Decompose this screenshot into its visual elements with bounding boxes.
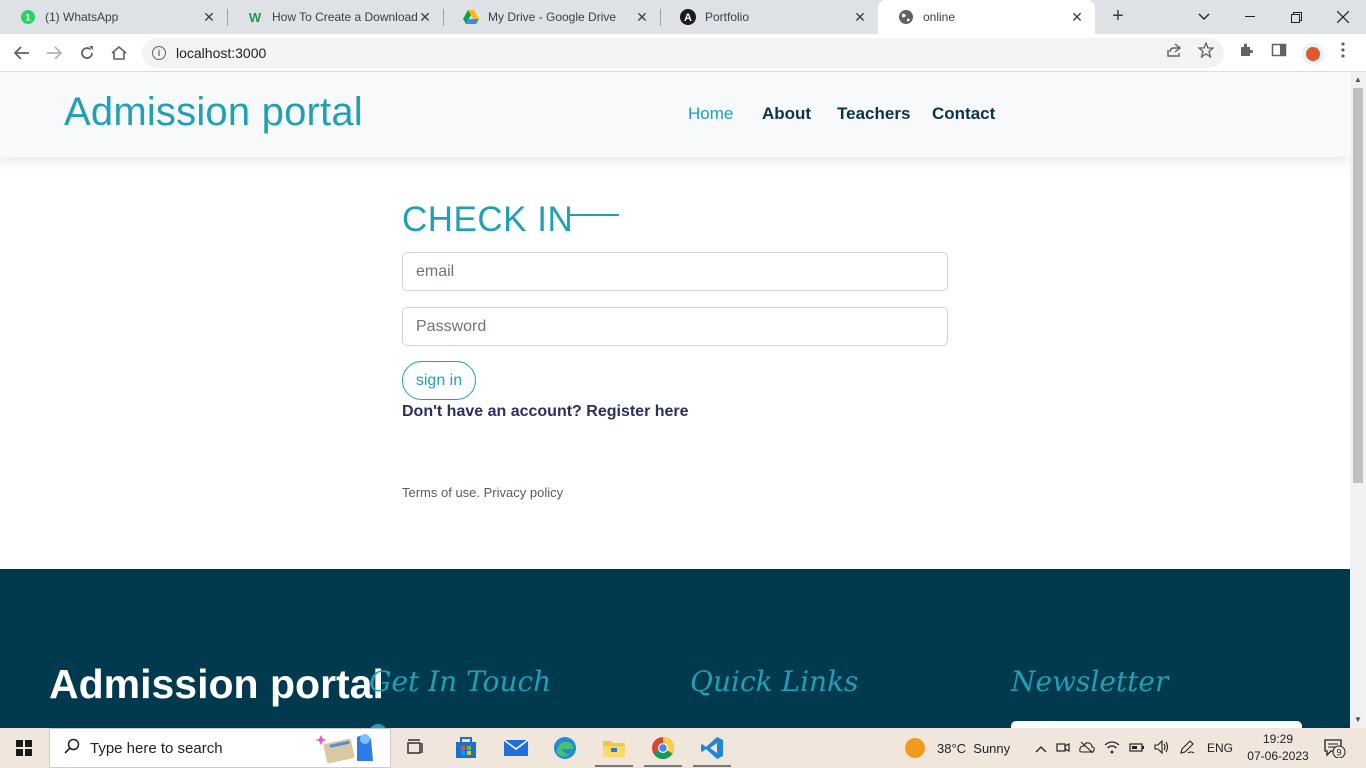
nav-about[interactable]: About [762, 104, 811, 124]
tab-online[interactable]: online ✕ [878, 0, 1095, 34]
svg-text:A: A [684, 12, 692, 24]
extensions-icon[interactable] [1237, 41, 1255, 59]
tab-title: How To Create a Download Link [272, 10, 417, 24]
weather-text: 38°C Sunny [937, 740, 1011, 756]
weather-widget[interactable]: 38°C Sunny [905, 728, 1010, 768]
microsoft-store-icon[interactable] [452, 734, 480, 762]
nav-contact[interactable]: Contact [932, 104, 995, 124]
close-icon[interactable]: ✕ [1069, 9, 1085, 26]
nav-teachers[interactable]: Teachers [837, 104, 910, 124]
site-footer: Admission portal Get In Touch Quick Link… [0, 569, 1350, 728]
share-icon[interactable] [1165, 41, 1183, 59]
back-icon[interactable] [10, 41, 34, 65]
svg-text:9: 9 [1336, 748, 1341, 758]
tab-whatsapp[interactable]: 1 (1) WhatsApp ✕ [0, 0, 227, 34]
onedrive-offline-icon[interactable] [1079, 741, 1095, 756]
menu-dots-icon[interactable] [1334, 41, 1352, 59]
nav-home[interactable]: Home [688, 104, 733, 124]
minimize-button[interactable] [1227, 0, 1273, 34]
whatsapp-icon: 1 [20, 9, 36, 25]
bookmark-star-icon[interactable] [1197, 41, 1215, 59]
new-tab-button[interactable]: + [1106, 5, 1130, 29]
pen-icon[interactable] [1179, 739, 1195, 758]
close-window-button[interactable] [1320, 0, 1366, 34]
scroll-down-icon[interactable]: ▼ [1350, 712, 1366, 728]
chevron-up-icon[interactable] [1035, 741, 1047, 756]
site-brand[interactable]: Admission portal [64, 90, 363, 135]
google-drive-icon [463, 9, 479, 25]
terms-privacy-text[interactable]: Terms of use. Privacy policy [402, 485, 563, 500]
start-button[interactable] [0, 728, 48, 768]
search-placeholder: Type here to search [90, 739, 223, 757]
svg-text:1: 1 [25, 13, 30, 23]
running-indicator [595, 765, 633, 767]
clock-time: 19:29 [1262, 732, 1294, 746]
footer-brand: Admission portal [49, 661, 384, 707]
file-explorer-icon[interactable] [600, 734, 628, 762]
browser-toolbar: i localhost:3000 [0, 34, 1366, 72]
clock[interactable]: 19:29 07-06-2023 [1242, 731, 1314, 765]
wifi-icon[interactable] [1104, 740, 1120, 757]
running-indicator [693, 765, 731, 767]
tab-google-drive[interactable]: My Drive - Google Drive ✕ [443, 0, 660, 34]
tab-download-link[interactable]: W How To Create a Download Link ✕ [227, 0, 443, 34]
tab-title: My Drive - Google Drive [488, 10, 617, 24]
task-view-icon[interactable] [402, 734, 430, 762]
close-icon[interactable]: ✕ [634, 9, 650, 26]
tab-title: Portfolio [705, 10, 750, 24]
clock-date: 07-06-2023 [1247, 749, 1309, 763]
vscode-icon[interactable] [698, 734, 726, 762]
footer-heading-links: Quick Links [690, 665, 859, 698]
restore-button[interactable] [1273, 0, 1319, 34]
sun-icon [905, 738, 925, 758]
running-indicator [644, 765, 682, 767]
reload-icon[interactable] [75, 41, 99, 65]
url-text: localhost:3000 [176, 45, 267, 61]
angular-icon: A [680, 9, 696, 25]
newsletter-input[interactable] [1011, 721, 1302, 728]
search-icon [64, 738, 80, 759]
page-viewport: Admission portal Home About Teachers Con… [0, 72, 1350, 728]
email-field[interactable] [402, 252, 948, 291]
meet-now-icon[interactable] [1056, 740, 1070, 757]
page-title: CHECK IN [402, 200, 574, 239]
side-panel-icon[interactable] [1270, 41, 1288, 59]
tab-title: (1) WhatsApp [45, 10, 119, 24]
title-underline [569, 214, 619, 216]
footer-heading-newsletter: Newsletter [1011, 665, 1169, 698]
close-icon[interactable]: ✕ [201, 9, 217, 26]
tab-portfolio[interactable]: A Portfolio ✕ [660, 0, 878, 34]
language-indicator[interactable]: ENG [1207, 741, 1233, 755]
w-logo-icon: W [248, 9, 262, 25]
search-highlight-art [313, 731, 389, 765]
address-bar[interactable]: i localhost:3000 [142, 38, 1224, 68]
browser-tab-strip: 1 (1) WhatsApp ✕ W How To Create a Downl… [0, 0, 1366, 34]
chrome-icon[interactable] [649, 734, 677, 762]
battery-icon[interactable] [1129, 741, 1145, 756]
profile-avatar[interactable] [1302, 43, 1324, 65]
site-info-icon[interactable]: i [152, 46, 166, 60]
close-icon[interactable]: ✕ [417, 9, 433, 26]
home-icon[interactable] [107, 41, 131, 65]
forward-icon[interactable] [42, 41, 66, 65]
site-navbar: Admission portal Home About Teachers Con… [0, 72, 1350, 157]
tab-search-button[interactable] [1181, 0, 1227, 34]
sign-in-button[interactable]: sign in [402, 361, 476, 400]
password-field[interactable] [402, 307, 948, 346]
tray-icons: ENG [1035, 728, 1233, 768]
notification-center-icon[interactable]: 9 [1324, 738, 1346, 759]
tab-title: online [923, 10, 956, 24]
edge-browser-icon[interactable] [551, 734, 579, 762]
mail-icon[interactable] [502, 734, 530, 762]
scroll-up-icon[interactable]: ▲ [1350, 72, 1366, 88]
close-icon[interactable]: ✕ [852, 9, 868, 26]
scrollbar-thumb[interactable] [1353, 88, 1363, 483]
globe-icon [898, 9, 914, 25]
windows-logo-icon [16, 740, 32, 756]
page-scrollbar[interactable]: ▲ ▼ [1350, 72, 1366, 728]
speaker-icon[interactable] [1154, 739, 1170, 757]
windows-taskbar: Type here to search 38°C Sunny ENG 19:29… [0, 728, 1366, 768]
footer-heading-contact: Get In Touch [369, 665, 552, 698]
register-link[interactable]: Don't have an account? Register here [402, 403, 689, 421]
